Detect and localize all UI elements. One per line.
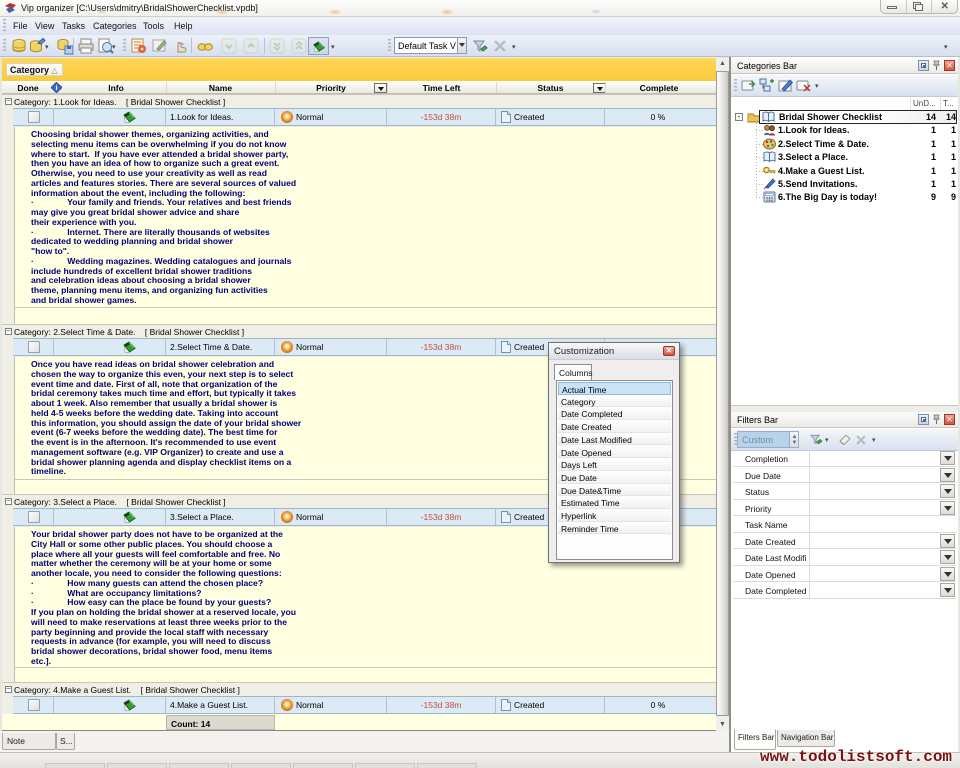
svg-text:i: i — [55, 83, 57, 92]
